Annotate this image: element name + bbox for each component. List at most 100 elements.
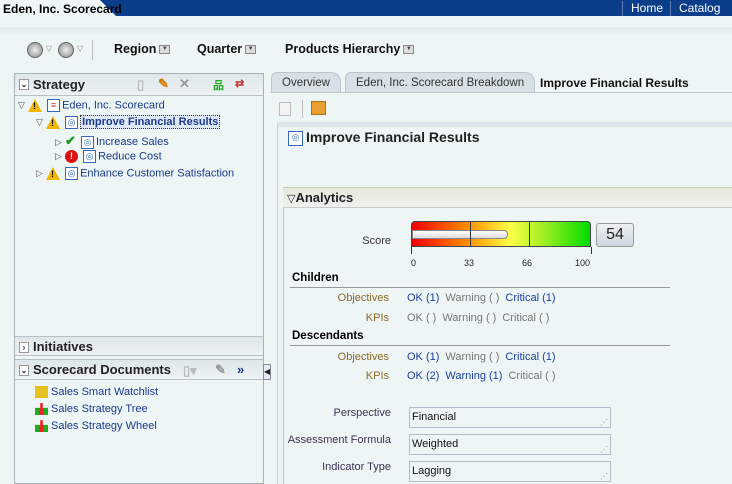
warning-link[interactable]: Warning (1) bbox=[445, 370, 502, 382]
tree-item[interactable]: ▽ ≡Eden, Inc. Scorecard bbox=[18, 99, 165, 112]
tree-item[interactable]: ▷! ◎ Reduce Cost bbox=[55, 150, 162, 163]
assessment-formula-field[interactable]: Weighted bbox=[409, 434, 611, 455]
tree-label: Improve Financial Results bbox=[80, 115, 221, 130]
warning-text: Warning ( ) bbox=[442, 312, 497, 324]
collapse-toggle[interactable]: ⌄ bbox=[19, 79, 29, 90]
strategy-tree-icon bbox=[35, 403, 48, 416]
tree-label: Eden, Inc. Scorecard bbox=[62, 99, 165, 112]
warning-text: Warning ( ) bbox=[445, 292, 500, 304]
cause-effect-map-icon[interactable]: ⇄ bbox=[235, 77, 244, 90]
document-item[interactable]: Sales Strategy Tree bbox=[35, 403, 148, 416]
expand-icon[interactable]: ▽ bbox=[36, 117, 46, 128]
tree-item[interactable]: ▷ ◎Enhance Customer Satisfaction bbox=[36, 167, 234, 180]
warning-text: Warning ( ) bbox=[445, 351, 500, 363]
app-title: Eden, Inc. Scorecard bbox=[3, 2, 122, 16]
tree-item[interactable]: ▽ ◎Improve Financial Results bbox=[36, 115, 221, 130]
ok-link[interactable]: OK (1) bbox=[407, 351, 439, 363]
ok-link[interactable]: OK (2) bbox=[407, 370, 439, 382]
quarter-menu[interactable]: Quarter ▼ bbox=[197, 42, 257, 56]
chevron-down-icon: ▼ bbox=[403, 45, 415, 55]
tick-label: 100 bbox=[575, 258, 591, 268]
initiatives-title: Initiatives bbox=[33, 339, 93, 354]
tree-item[interactable]: ▷ ✔ ◎ Increase Sales bbox=[55, 133, 169, 149]
score-value: 54 bbox=[596, 223, 634, 247]
header-divider bbox=[0, 27, 732, 35]
new-icon[interactable]: ▯ bbox=[137, 77, 144, 93]
initiatives-header[interactable]: › Initiatives bbox=[15, 336, 263, 356]
expand-icon[interactable]: ▷ bbox=[36, 168, 46, 179]
collapse-pane-splitter[interactable]: ◀ bbox=[263, 364, 271, 380]
descendants-heading: Descendants bbox=[292, 330, 364, 342]
expand-toggle[interactable]: › bbox=[19, 342, 29, 353]
threshold-marker bbox=[470, 222, 471, 246]
documents-header: ⌄ Scorecard Documents ▯▾ ✎ » bbox=[15, 359, 263, 380]
ok-link[interactable]: OK (1) bbox=[407, 292, 439, 304]
kpis-label: KPIs bbox=[365, 312, 389, 324]
expand-icon[interactable]: ▷ bbox=[55, 137, 65, 148]
document-item[interactable]: Sales Strategy Wheel bbox=[35, 420, 157, 433]
warning-icon bbox=[46, 116, 60, 129]
ok-text: OK ( ) bbox=[407, 312, 437, 324]
tab-overview[interactable]: Overview bbox=[271, 72, 341, 93]
collapse-toggle[interactable]: ⌄ bbox=[19, 365, 29, 376]
critical-text: Critical ( ) bbox=[508, 370, 556, 382]
chevron-down-icon[interactable]: ▽ bbox=[46, 44, 52, 53]
objectives-label: Objectives bbox=[337, 292, 389, 304]
indicator-type-field[interactable]: Lagging bbox=[409, 461, 611, 482]
descendants-kpis-status: OK (2) Warning (1) Critical ( ) bbox=[407, 370, 562, 382]
document-item[interactable]: Sales Smart Watchlist bbox=[35, 386, 158, 399]
objective-icon: ◎ bbox=[65, 116, 79, 129]
documents-title: Scorecard Documents bbox=[33, 362, 171, 377]
tab-divider bbox=[270, 92, 732, 93]
score-label: Score bbox=[362, 235, 391, 247]
chevron-down-icon: ▼ bbox=[245, 45, 257, 55]
threshold-marker bbox=[529, 222, 530, 246]
home-link[interactable]: Home bbox=[622, 1, 671, 16]
divider bbox=[302, 100, 303, 118]
tree-label: Reduce Cost bbox=[98, 150, 162, 163]
chevron-down-icon: ▼ bbox=[159, 45, 171, 55]
warning-icon bbox=[46, 167, 60, 180]
perspective-field[interactable]: Financial bbox=[409, 407, 611, 428]
catalog-link[interactable]: Catalog bbox=[670, 1, 728, 16]
tick-label: 33 bbox=[464, 258, 475, 268]
divider bbox=[290, 287, 670, 288]
chevron-down-icon[interactable]: ▽ bbox=[77, 44, 83, 53]
indicator-type-label: Indicator Type bbox=[322, 461, 391, 473]
products-hierarchy-label: Products Hierarchy bbox=[285, 42, 401, 56]
children-objectives-status: OK (1) Warning ( ) Critical (1) bbox=[407, 292, 562, 304]
edit-pencil-icon[interactable]: ✎ bbox=[215, 362, 226, 378]
score-gauge bbox=[411, 221, 591, 247]
tab-scorecard-breakdown[interactable]: Eden, Inc. Scorecard Breakdown bbox=[345, 72, 536, 93]
products-hierarchy-menu[interactable]: Products Hierarchy ▼ bbox=[285, 42, 415, 56]
critical-link[interactable]: Critical (1) bbox=[505, 351, 555, 363]
document-label: Sales Strategy Wheel bbox=[51, 420, 157, 432]
expand-icon[interactable]: ▽ bbox=[18, 100, 28, 111]
new-document-icon[interactable]: ▯▾ bbox=[183, 363, 197, 379]
edit-pencil-icon[interactable]: ✎ bbox=[158, 76, 169, 92]
more-icon[interactable]: » bbox=[237, 362, 244, 377]
children-kpis-status: OK ( ) Warning ( ) Critical ( ) bbox=[407, 312, 555, 324]
forward-history-icon[interactable] bbox=[58, 42, 74, 58]
assessment-formula-label: Assessment Formula bbox=[287, 434, 391, 446]
delete-icon[interactable]: ✕ bbox=[179, 76, 190, 92]
objective-icon: ◎ bbox=[288, 131, 303, 146]
left-panel: ⌄ Strategy ▯ ✎ ✕ 品 ⇄ ▽ ≡Eden, Inc. Score… bbox=[14, 73, 264, 484]
expand-icon[interactable]: ▷ bbox=[55, 151, 65, 162]
kpis-label: KPIs bbox=[365, 370, 389, 382]
back-history-icon[interactable] bbox=[27, 42, 43, 58]
objective-icon: ◎ bbox=[65, 167, 79, 180]
region-menu[interactable]: Region ▼ bbox=[114, 42, 171, 56]
page-title: Improve Financial Results bbox=[306, 129, 480, 145]
send-message-icon[interactable] bbox=[311, 101, 326, 115]
strategy-tree-icon[interactable]: 品 bbox=[213, 77, 224, 93]
perspective-label: Perspective bbox=[333, 407, 391, 419]
analytics-header[interactable]: ▽Analytics bbox=[283, 187, 732, 208]
analytics-title: Analytics bbox=[295, 190, 354, 205]
tab-improve-financial-results[interactable]: Improve Financial Results bbox=[530, 72, 699, 94]
critical-link[interactable]: Critical (1) bbox=[505, 292, 555, 304]
tick-label: 0 bbox=[411, 258, 417, 268]
warning-icon bbox=[28, 99, 42, 112]
save-icon[interactable] bbox=[279, 102, 291, 116]
objectives-label: Objectives bbox=[337, 351, 389, 363]
